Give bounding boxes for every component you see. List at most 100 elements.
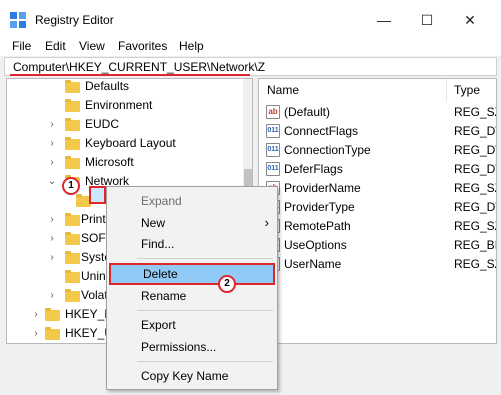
tree-item-label: Unin	[81, 269, 106, 283]
tree-item-label: Environment	[85, 98, 153, 112]
title-bar: Registry Editor — ☐ ✕	[0, 0, 501, 38]
menu-item-find-label: Find...	[141, 237, 175, 251]
tree-item-label: Volat	[81, 288, 108, 302]
folder-icon	[65, 80, 80, 93]
address-path: Computer\HKEY_CURRENT_USER\Network\Z	[13, 60, 266, 74]
value-row-default[interactable]: ab (Default) REG_SZ	[259, 103, 496, 122]
value-type: REG_DW	[454, 162, 496, 176]
menu-favorites[interactable]: Favorites	[118, 39, 167, 53]
folder-icon	[65, 156, 80, 169]
tree-item-microsoft[interactable]: › Microsoft	[7, 153, 243, 172]
menu-item-permissions-label: Permissions...	[141, 340, 217, 354]
menu-help[interactable]: Help	[179, 39, 204, 53]
value-type: REG_SZ	[454, 257, 496, 271]
expand-arrow-icon[interactable]: ›	[47, 286, 57, 305]
value-name: ProviderName	[284, 181, 361, 195]
tree-item-label: EUDC	[85, 117, 120, 131]
menu-item-expand-label: Expand	[141, 194, 182, 208]
tree-item-label: Keyboard Layout	[85, 136, 176, 150]
expand-arrow-icon[interactable]: ›	[47, 115, 57, 134]
folder-icon	[65, 137, 80, 150]
maximize-button[interactable]: ☐	[413, 6, 441, 34]
menu-item-new[interactable]: New ›	[107, 213, 277, 233]
menu-file[interactable]: File	[12, 39, 31, 53]
menu-separator	[137, 258, 273, 259]
value-name: UserName	[284, 257, 342, 271]
value-row-providername[interactable]: abProviderNameREG_SZ	[259, 179, 496, 198]
menu-item-export-label: Export	[141, 318, 176, 332]
value-name: (Default)	[284, 105, 331, 119]
menu-item-export[interactable]: Export	[107, 315, 277, 335]
value-row-remotepath[interactable]: abRemotePathREG_SZ	[259, 217, 496, 236]
tree-item-label: Defaults	[85, 79, 130, 93]
folder-icon	[65, 99, 80, 112]
value-type: REG_BIN	[454, 238, 496, 252]
value-type: REG_DW	[454, 124, 496, 138]
value-type: REG_SZ	[454, 219, 496, 233]
value-row-username[interactable]: abUserNameREG_SZ	[259, 255, 496, 274]
folder-icon	[65, 270, 80, 283]
tree-item-label: HKEY_L	[65, 307, 112, 321]
menu-item-new-label: New	[141, 216, 166, 230]
binary-value-icon: 011	[266, 162, 280, 176]
value-row-connectflags[interactable]: 011 ConnectFlags REG_DW	[259, 122, 496, 141]
selected-key-highlight	[89, 186, 106, 204]
expand-arrow-icon[interactable]: ›	[31, 305, 41, 324]
column-header-type[interactable]: Type	[446, 79, 496, 101]
folder-icon	[65, 213, 80, 226]
menu-item-copy-key-name[interactable]: Copy Key Name	[107, 366, 277, 386]
menu-bar: File Edit View Favorites Help	[0, 38, 501, 56]
expand-arrow-icon[interactable]: ›	[47, 134, 57, 153]
menu-item-find[interactable]: Find...	[107, 234, 277, 254]
string-value-icon: ab	[266, 105, 280, 119]
values-list-pane[interactable]: Name Type ab (Default) REG_SZ 011 ConnectFla…	[258, 78, 497, 344]
tree-item-defaults[interactable]: Defaults	[7, 79, 243, 96]
folder-icon	[45, 327, 60, 340]
tree-item-eudc[interactable]: › EUDC	[7, 115, 243, 134]
value-row-useoptions[interactable]: 011UseOptionsREG_BIN	[259, 236, 496, 255]
value-name: ConnectFlags	[284, 124, 359, 138]
value-row-connectiontype[interactable]: 011 ConnectionType REG_DW	[259, 141, 496, 160]
close-button[interactable]: ✕	[456, 6, 484, 34]
folder-icon	[45, 308, 60, 321]
menu-edit[interactable]: Edit	[45, 39, 66, 53]
menu-item-permissions[interactable]: Permissions...	[107, 337, 277, 357]
chevron-right-icon: ›	[264, 215, 269, 230]
step-1-badge: 1	[62, 177, 80, 195]
value-name: ProviderType	[284, 200, 355, 214]
menu-item-copy-key-name-label: Copy Key Name	[141, 369, 229, 383]
registry-editor-icon	[10, 12, 26, 28]
menu-separator	[137, 310, 273, 311]
tree-item-label: Microsoft	[85, 155, 134, 169]
menu-separator	[137, 361, 273, 362]
folder-icon	[65, 118, 80, 131]
menu-item-rename[interactable]: Rename	[107, 286, 277, 306]
menu-item-rename-label: Rename	[141, 289, 187, 303]
value-name: DeferFlags	[284, 162, 343, 176]
minimize-button[interactable]: —	[370, 6, 398, 34]
expand-arrow-icon[interactable]: ›	[31, 343, 41, 344]
value-name: UseOptions	[284, 238, 347, 252]
value-name: RemotePath	[284, 219, 351, 233]
address-annotation-underline	[10, 74, 250, 76]
value-row-providertype[interactable]: 011ProviderTypeREG_DW	[259, 198, 496, 217]
value-type: REG_DW	[454, 143, 496, 157]
menu-view[interactable]: View	[79, 39, 105, 53]
value-type: REG_SZ	[454, 105, 496, 119]
expand-arrow-icon[interactable]: ›	[47, 229, 57, 248]
expand-arrow-icon[interactable]: ›	[31, 324, 41, 343]
folder-icon	[65, 232, 80, 245]
expand-arrow-icon[interactable]: ›	[47, 248, 57, 267]
expand-arrow-icon[interactable]: ›	[47, 210, 57, 229]
collapse-arrow-icon[interactable]: ⌄	[47, 172, 57, 191]
tree-item-keyboard-layout[interactable]: › Keyboard Layout	[7, 134, 243, 153]
expand-arrow-icon[interactable]: ›	[47, 153, 57, 172]
menu-item-delete[interactable]: Delete	[109, 263, 275, 285]
tree-item-environment[interactable]: Environment	[7, 96, 243, 115]
folder-icon	[65, 289, 80, 302]
column-header-name[interactable]: Name	[259, 79, 447, 101]
value-row-deferflags[interactable]: 011 DeferFlags REG_DW	[259, 160, 496, 179]
window-title: Registry Editor	[35, 13, 114, 27]
menu-item-expand[interactable]: Expand	[107, 191, 277, 211]
step-2-badge: 2	[218, 275, 236, 293]
